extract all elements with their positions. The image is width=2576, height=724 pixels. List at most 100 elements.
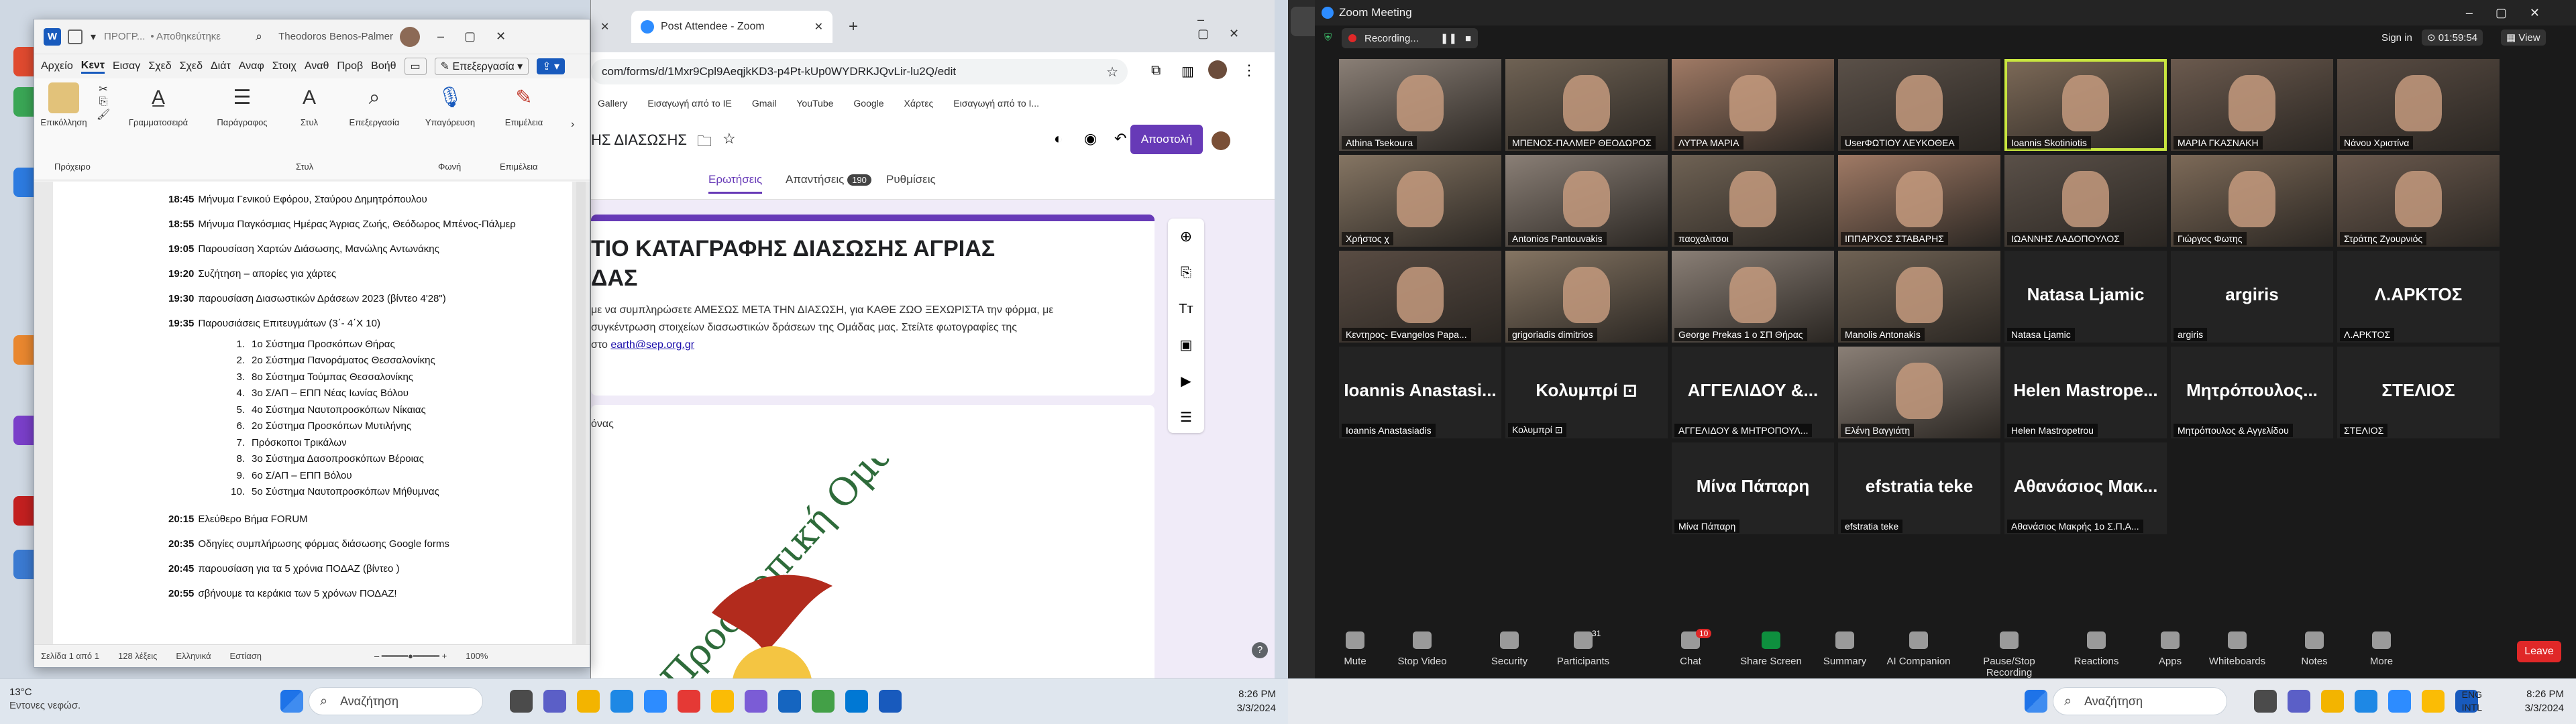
comments-icon[interactable]: ▭ bbox=[404, 58, 427, 75]
save-icon[interactable]: ▾ bbox=[91, 30, 96, 44]
close-icon[interactable]: ✕ bbox=[814, 20, 823, 34]
window-controls[interactable]: –▢✕ bbox=[1188, 11, 1275, 43]
app-icon[interactable] bbox=[812, 690, 835, 713]
leave-button[interactable]: Leave bbox=[2517, 641, 2561, 662]
menu-insert[interactable]: Εισαγ bbox=[113, 60, 140, 72]
share-button[interactable]: ⇪ ▾ bbox=[537, 58, 566, 74]
participant-tile[interactable]: Ελένη Βαγγιάτη bbox=[1838, 347, 2000, 438]
clock[interactable]: 8:26 PM 3/3/2024 bbox=[1237, 687, 1276, 715]
reactions-button[interactable]: Reactions bbox=[2063, 631, 2130, 667]
ai-companion-button[interactable]: AI Companion bbox=[1885, 631, 1952, 667]
edge-icon[interactable] bbox=[610, 690, 633, 713]
chrome-icon[interactable] bbox=[711, 690, 734, 713]
extensions-icon[interactable]: ⧉ bbox=[1151, 63, 1161, 78]
participant-tile[interactable]: Κεντηρος- Evangelos Papa... bbox=[1339, 251, 1501, 343]
participant-tile[interactable]: παοχαλιτσοι bbox=[1672, 155, 1834, 247]
paste-button[interactable]: Επικόλληση bbox=[37, 82, 91, 127]
participant-tile[interactable]: ΛΥΤΡΑ ΜΑΡΙΑ bbox=[1672, 59, 1834, 151]
participant-tile[interactable]: George Prekas 1 ο ΣΠ Θήρας bbox=[1672, 251, 1834, 343]
add-image-icon[interactable]: ▣ bbox=[1168, 327, 1204, 363]
participant-tile[interactable]: ΜΠΕΝΟΣ-ΠΑΛΜΕΡ ΘΕΟΔΩΡΟΣ bbox=[1505, 59, 1668, 151]
explorer-icon[interactable] bbox=[2321, 690, 2344, 713]
zoom-app-icon[interactable] bbox=[644, 690, 667, 713]
form-title-card[interactable]: ΤΙΟ ΚΑΤΑΓΡΑΦΗΣ ΔΙΑΣΩΣΗΣ ΑΓΡΙΑΣ ΔΑΣ με να… bbox=[591, 215, 1155, 396]
word-taskbar-icon[interactable] bbox=[879, 690, 902, 713]
app-icon[interactable] bbox=[778, 690, 801, 713]
participant-tile[interactable]: argiris argiris bbox=[2171, 251, 2333, 343]
focus-mode[interactable]: Εστίαση bbox=[230, 651, 262, 661]
menu-view[interactable]: Προβ bbox=[337, 60, 363, 72]
participant-tile[interactable]: ΑΓΓΕΛΙΔΟΥ &... ΑΓΓΕΛΙΔΟΥ & ΜΗΤΡΟΠΟΥΛ... bbox=[1672, 347, 1834, 438]
participant-tile[interactable]: Γιώργος Φωτης bbox=[2171, 155, 2333, 247]
participant-tile[interactable]: Helen Mastrope... Helen Mastropetrou bbox=[2004, 347, 2167, 438]
participant-tile[interactable]: Μίνα Πάπαρη Μίνα Πάπαρη bbox=[1672, 442, 1834, 534]
language[interactable]: Ελληνικά bbox=[176, 651, 211, 661]
menu-file[interactable]: Αρχείο bbox=[41, 60, 73, 72]
search-icon[interactable]: ⌕ bbox=[256, 29, 262, 44]
more-button[interactable]: More bbox=[2348, 631, 2415, 667]
paragraph-button[interactable]: ☰ Παράγραφος bbox=[205, 82, 279, 127]
recording-indicator[interactable]: Recording... ❚❚ ■ bbox=[1342, 28, 1479, 48]
new-tab-icon[interactable]: + bbox=[839, 11, 867, 43]
view-button[interactable]: ▦ View bbox=[2501, 29, 2546, 46]
add-title-icon[interactable]: Tт bbox=[1168, 291, 1204, 327]
add-section-icon[interactable]: ☰ bbox=[1168, 400, 1204, 436]
zoom-app-icon[interactable] bbox=[2388, 690, 2411, 713]
task-view-icon[interactable] bbox=[2254, 690, 2277, 713]
folder-icon[interactable]: 🗀 bbox=[697, 130, 712, 156]
send-button[interactable]: Αποστολή bbox=[1130, 125, 1203, 154]
window-controls[interactable]: –▢✕ bbox=[2466, 6, 2563, 20]
document-page[interactable]: 18:45 Μήνυμα Γενικού Εφόρου, Σταύρου Δημη… bbox=[53, 182, 572, 644]
start-icon[interactable] bbox=[2025, 690, 2047, 713]
stop-video-button[interactable]: Stop Video bbox=[1389, 631, 1456, 667]
security-button[interactable]: Security bbox=[1476, 631, 1543, 667]
tab-post-attendee[interactable]: Post Attendee - Zoom ✕ bbox=[631, 11, 833, 43]
participant-tile[interactable]: Ioannis Skotiniotis bbox=[2004, 59, 2167, 151]
form-question-card[interactable]: όνας Προσκοπική Ομάδα Διάσωσης Άγρι bbox=[591, 405, 1155, 686]
participant-tile[interactable]: Κολυμπρί ⊡ Κολυμπρί ⊡ bbox=[1505, 347, 1668, 438]
bookmark-item[interactable]: Εισαγωγή από το IE bbox=[647, 98, 731, 109]
url-field[interactable]: com/forms/d/1Mxr9Cpl9AeqjkKD3-p4Pt-kUp0W… bbox=[591, 59, 1128, 84]
apps-button[interactable]: Apps bbox=[2137, 631, 2204, 667]
star-icon[interactable]: ☆ bbox=[1106, 64, 1118, 80]
menu-layout[interactable]: Διάτ bbox=[211, 60, 231, 72]
clock[interactable]: 8:26 PM 3/3/2024 bbox=[2525, 687, 2564, 715]
bookmark-item[interactable]: Google bbox=[853, 98, 883, 109]
encryption-shield-icon[interactable]: ⛨ bbox=[1324, 32, 1332, 44]
input-language[interactable]: ENG INTL bbox=[2462, 688, 2482, 714]
dictate-button[interactable]: 🎙 Υπαγόρευση bbox=[417, 82, 484, 127]
font-button[interactable]: A̲ Γραμματοσειρά bbox=[118, 82, 199, 127]
weather-widget[interactable]: 13°C Εντονες νεφώσ. bbox=[9, 686, 80, 713]
help-icon[interactable]: ? bbox=[1252, 642, 1268, 658]
notes-button[interactable]: Notes bbox=[2281, 631, 2348, 667]
participant-tile[interactable]: ΣΤΕΛΙΟΣ ΣΤΕΛΙΟΣ bbox=[2337, 347, 2500, 438]
bookmark-item[interactable]: Gmail bbox=[752, 98, 777, 109]
participant-tile[interactable]: Athina Tsekoura bbox=[1339, 59, 1501, 151]
app-icon[interactable] bbox=[845, 690, 868, 713]
sign-in-link[interactable]: Sign in bbox=[2381, 32, 2412, 44]
tab-close-icon[interactable]: ✕ bbox=[591, 11, 631, 43]
menu-mailings[interactable]: Στοιχ bbox=[272, 60, 297, 72]
participant-tile[interactable]: Manolis Antonakis bbox=[1838, 251, 2000, 343]
pause-stop-recording-button[interactable]: Pause/Stop Recording bbox=[1976, 631, 2043, 678]
task-view-icon[interactable] bbox=[510, 690, 533, 713]
menu-icon[interactable]: ⋮ bbox=[1242, 62, 1256, 79]
start-icon[interactable] bbox=[280, 690, 303, 713]
participant-tile[interactable]: Λ.ΑΡΚΤΟΣ Λ.ΑΡΚΤΟΣ bbox=[2337, 251, 2500, 343]
participant-tile[interactable]: Antonios Pantouvakis bbox=[1505, 155, 1668, 247]
word-count[interactable]: 128 λέξεις bbox=[118, 651, 157, 661]
zoom-slider[interactable]: – ━━━━━●━━━━━ + bbox=[374, 651, 447, 662]
participant-tile[interactable]: ΙΠΠΑΡΧΟΣ ΣΤΑΒΑΡΗΣ bbox=[1838, 155, 2000, 247]
form-email-link[interactable]: earth@sep.org.gr bbox=[610, 339, 694, 351]
chrome-icon[interactable] bbox=[2422, 690, 2445, 713]
user-name[interactable]: Theodoros Benos-Palmer bbox=[278, 31, 393, 42]
document-title[interactable]: ΠΡΟΓΡ... bbox=[104, 31, 145, 42]
bookmark-item[interactable]: Gallery bbox=[598, 98, 627, 109]
participant-tile[interactable]: efstratia teke efstratia teke bbox=[1838, 442, 2000, 534]
explorer-icon[interactable] bbox=[577, 690, 600, 713]
participant-tile[interactable]: ΙΩΑΝΝΗΣ ΛΑΔΟΠΟΥΛΟΣ bbox=[2004, 155, 2167, 247]
editor-button[interactable]: ✎ Επιμέλεια bbox=[490, 82, 557, 127]
participant-tile[interactable]: Χρήστος χ bbox=[1339, 155, 1501, 247]
stop-icon[interactable]: ■ bbox=[1465, 33, 1471, 44]
avatar[interactable] bbox=[400, 26, 421, 47]
